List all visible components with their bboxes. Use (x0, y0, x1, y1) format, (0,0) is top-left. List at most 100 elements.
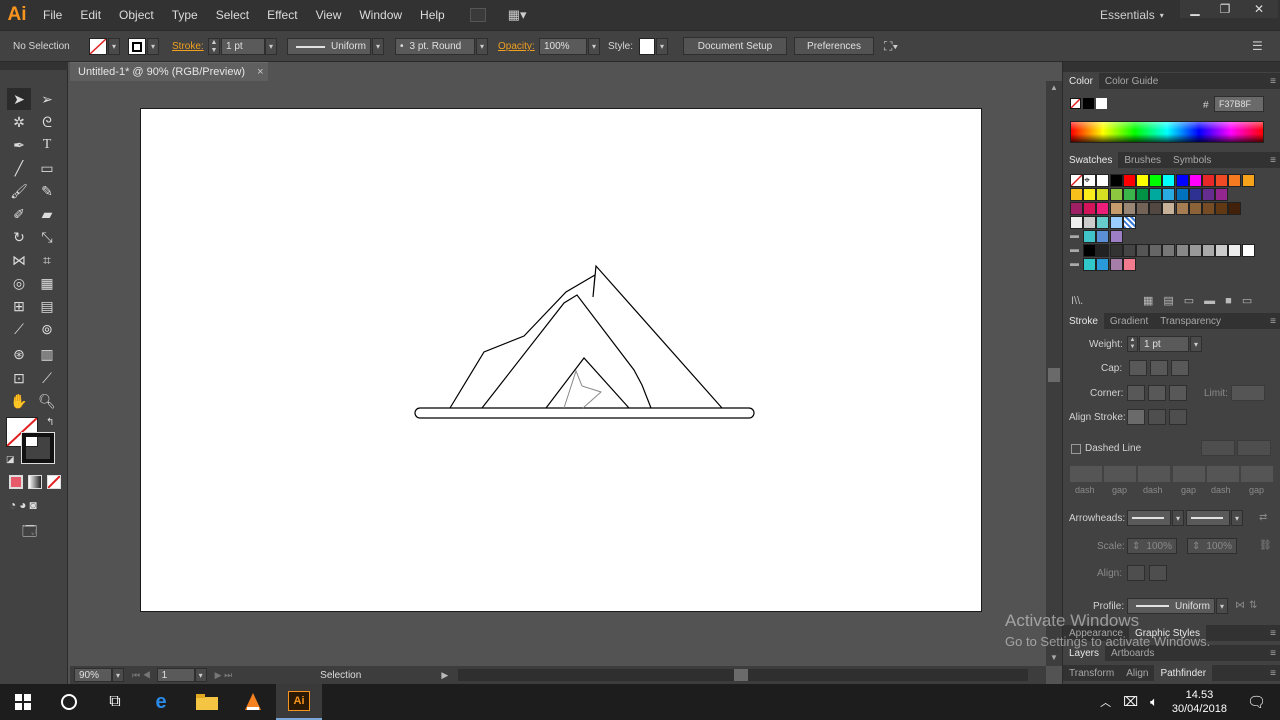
stroke-weight-dropdown[interactable]: ▾ (265, 38, 277, 55)
pencil-tool-icon[interactable]: ✎ (35, 180, 59, 202)
action-center-icon[interactable]: 🗨︎ (1247, 693, 1266, 711)
document-tab[interactable]: Untitled-1* @ 90% (RGB/Preview) × (70, 62, 268, 81)
color-swatch[interactable] (1202, 188, 1215, 201)
profile-dropdown[interactable]: ▾ (372, 38, 384, 55)
color-swatch[interactable] (1215, 174, 1229, 187)
type-tool-icon[interactable]: T (35, 134, 59, 156)
paintbrush-tool-icon[interactable]: 🖌 (7, 180, 31, 202)
pen-tool-icon[interactable]: ✒ (7, 134, 31, 156)
fill-dropdown[interactable]: ▾ (108, 38, 120, 55)
color-swatch[interactable] (1188, 244, 1202, 257)
align-inside-button[interactable] (1148, 409, 1166, 425)
hand-tool-icon[interactable]: ✋ (7, 390, 31, 412)
color-swatch[interactable] (1122, 244, 1136, 257)
color-swatch[interactable] (1149, 202, 1163, 215)
opacity-dropdown[interactable]: ▾ (588, 38, 600, 55)
menu-help[interactable]: Help (411, 8, 454, 22)
color-swatch[interactable] (1109, 230, 1123, 243)
variable-width-profile[interactable]: Uniform (287, 38, 371, 55)
edge-browser-icon[interactable]: e (138, 684, 184, 720)
stroke-swatch[interactable] (128, 38, 146, 55)
color-swatch[interactable] (1188, 188, 1202, 201)
appearance-menu-icon[interactable]: ≡ (1270, 628, 1276, 639)
color-none-icon[interactable] (1070, 98, 1081, 109)
close-tab-icon[interactable]: × (257, 66, 263, 78)
color-swatch[interactable] (1083, 230, 1097, 243)
color-swatch[interactable] (1162, 188, 1176, 201)
select-similar-icon[interactable]: ⛶▾ (884, 39, 898, 54)
color-swatch[interactable] (1202, 174, 1215, 187)
swatches-menu-icon[interactable]: ≡ (1270, 155, 1276, 166)
color-swatch[interactable]: ▬ (1070, 244, 1083, 257)
menu-object[interactable]: Object (110, 8, 163, 22)
dash-field-3[interactable] (1207, 466, 1239, 482)
color-swatch[interactable] (1083, 216, 1097, 229)
arrange-documents-icon[interactable]: ▦▾ (508, 7, 527, 23)
round-join-button[interactable] (1148, 385, 1166, 401)
color-swatch[interactable] (1122, 174, 1136, 187)
swap-colors-icon[interactable]: ↰ (46, 417, 54, 428)
swatch-grid[interactable]: ⌖ ▬ ▬ ▬ (1070, 174, 1270, 274)
preferences-button[interactable]: Preferences (794, 37, 874, 55)
horizontal-scrollbar[interactable] (458, 669, 1029, 681)
end-arrowhead-dropdown[interactable]: ▾ (1231, 510, 1243, 526)
gap-field-2[interactable] (1173, 466, 1205, 482)
none-mode-icon[interactable] (47, 475, 61, 489)
dash-preserve-button[interactable] (1201, 440, 1235, 456)
tab-pathfinder[interactable]: Pathfinder (1154, 665, 1213, 681)
dash-field-2[interactable] (1138, 466, 1170, 482)
start-arrowhead-dropdown[interactable]: ▾ (1172, 510, 1184, 526)
start-scale-field[interactable]: ⇕ 100% (1127, 538, 1177, 554)
eyedropper-tool-icon[interactable]: ⟋ (7, 318, 31, 340)
screen-mode-icon[interactable]: 🗔 (22, 521, 37, 545)
end-scale-field[interactable]: ⇕ 100% (1187, 538, 1237, 554)
color-swatch[interactable] (1228, 202, 1242, 215)
tab-color-guide[interactable]: Color Guide (1099, 76, 1164, 87)
first-artboard-icon[interactable]: ⏮ ◀ (132, 670, 151, 681)
workspace-switcher[interactable]: Essentials ▾ (1100, 0, 1164, 30)
color-swatch[interactable] (1175, 244, 1189, 257)
magic-wand-tool-icon[interactable]: ✲ (7, 111, 31, 133)
style-dropdown[interactable]: ▾ (656, 38, 668, 55)
color-swatch[interactable] (1083, 244, 1097, 257)
color-swatch[interactable] (1215, 202, 1229, 215)
weight-stepper[interactable]: ▲ ▼ (1127, 336, 1138, 352)
color-swatch[interactable] (1241, 244, 1255, 257)
color-swatch[interactable] (1122, 216, 1136, 229)
color-swatch[interactable] (1149, 174, 1163, 187)
artboard-tool-icon[interactable]: ⊡ (7, 367, 31, 389)
brush-definition[interactable]: • 3 pt. Round (395, 38, 475, 55)
opacity-label[interactable]: Opacity: (498, 41, 535, 52)
column-graph-tool-icon[interactable]: ▥ (35, 343, 59, 365)
color-swatch[interactable] (1228, 174, 1242, 187)
symbol-sprayer-tool-icon[interactable]: ⊛ (7, 343, 31, 365)
menu-select[interactable]: Select (207, 8, 258, 22)
vlc-player-icon[interactable] (230, 684, 276, 720)
color-swatch[interactable] (1149, 244, 1163, 257)
control-panel-menu-icon[interactable]: ☰ (1252, 39, 1263, 53)
tab-align[interactable]: Align (1120, 668, 1154, 679)
profile-select-dropdown[interactable]: ▾ (1216, 598, 1228, 614)
color-swatch[interactable]: ▬ (1070, 258, 1083, 271)
color-swatch[interactable] (1096, 202, 1110, 215)
restore-button[interactable]: ❐ (1210, 0, 1240, 18)
color-swatch[interactable] (1109, 216, 1123, 229)
fill-swatch[interactable] (89, 38, 107, 55)
color-swatch[interactable] (1175, 174, 1189, 187)
color-swatch[interactable] (1202, 244, 1215, 257)
color-swatch[interactable] (1109, 174, 1123, 187)
color-swatch[interactable]: ▬ (1070, 230, 1083, 243)
align-center-button[interactable] (1127, 409, 1145, 425)
show-hidden-icons[interactable]: ︿ (1100, 694, 1111, 710)
width-tool-icon[interactable]: ⋈ (7, 249, 31, 271)
color-swatch[interactable] (1188, 174, 1202, 187)
zoom-dropdown[interactable]: ▾ (112, 668, 124, 682)
color-swatch[interactable] (1215, 188, 1229, 201)
color-swatch[interactable] (1109, 244, 1123, 257)
selection-tool-icon[interactable]: ➤ (7, 88, 31, 110)
color-swatch[interactable] (1109, 258, 1123, 271)
color-swatch[interactable] (1162, 244, 1176, 257)
color-spectrum[interactable] (1070, 121, 1264, 143)
gradient-tool-icon[interactable]: ▤ (35, 295, 59, 317)
color-swatch[interactable] (1122, 188, 1136, 201)
